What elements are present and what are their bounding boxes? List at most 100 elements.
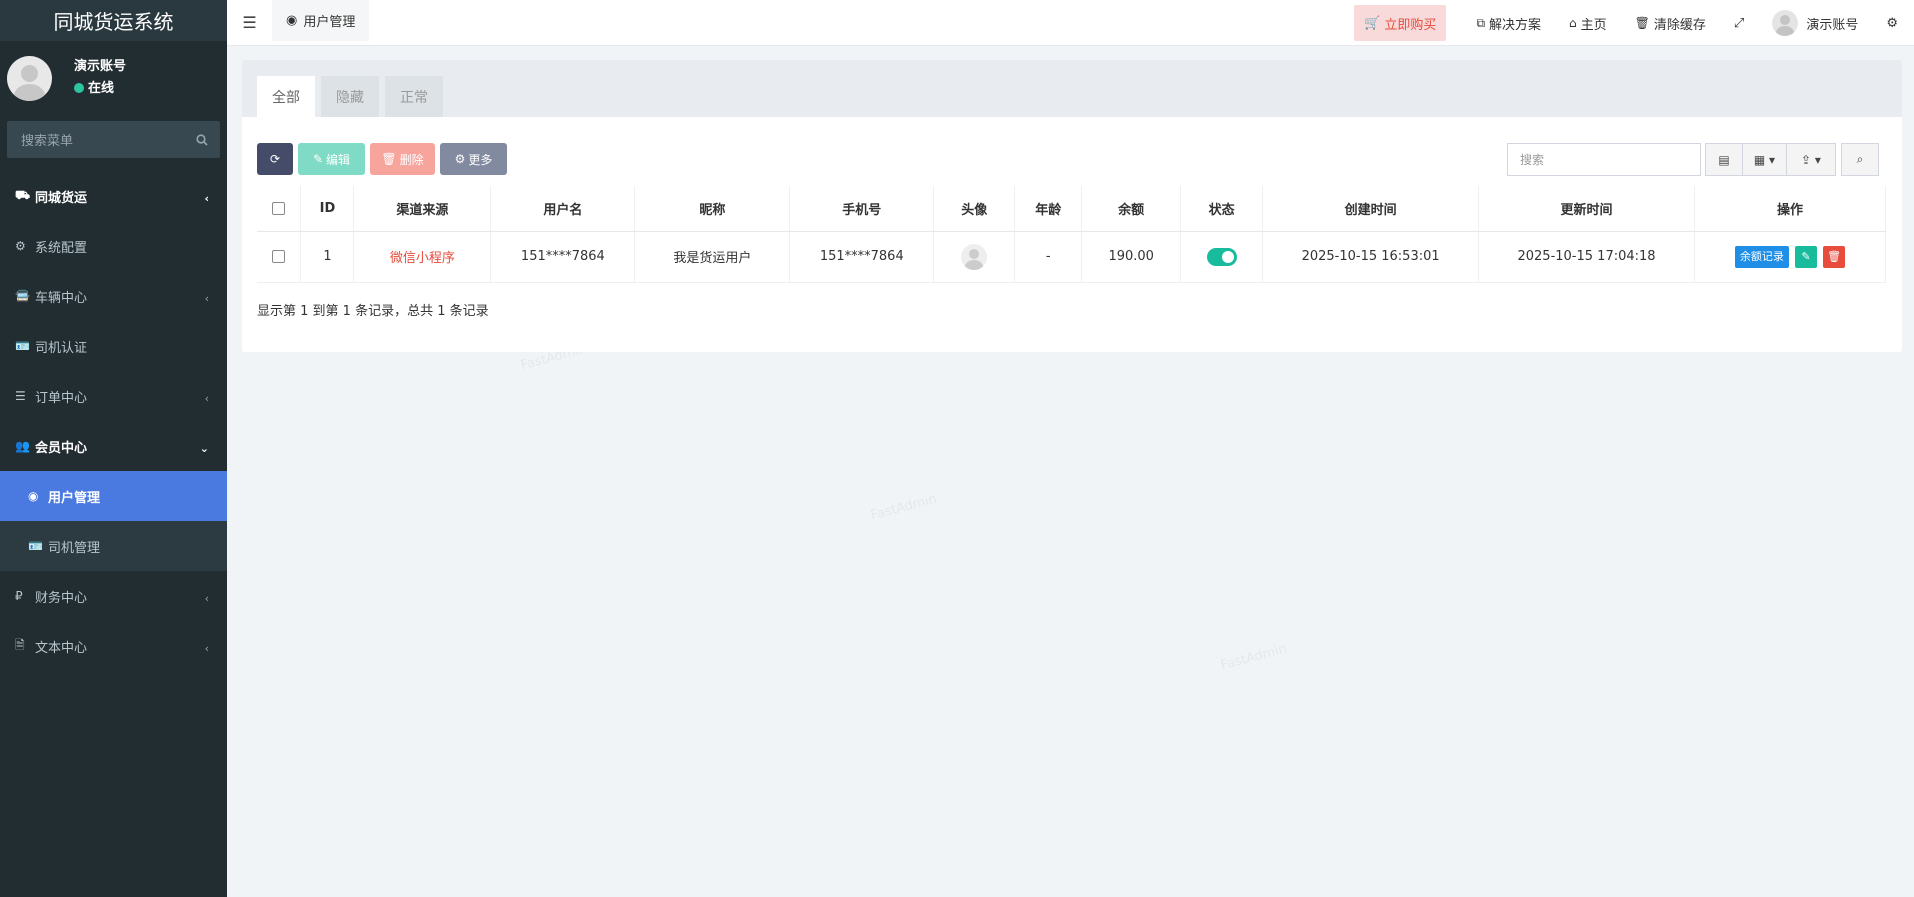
- col-id[interactable]: ID: [300, 186, 355, 232]
- user-status: 在线: [74, 78, 126, 100]
- menu-search-input[interactable]: 搜索菜单: [7, 121, 220, 158]
- trash-icon: 🗑: [381, 152, 397, 166]
- sidebar-item-orders[interactable]: ☰ 订单中心 ‹: [0, 371, 227, 421]
- col-phone[interactable]: 手机号: [789, 186, 935, 232]
- status-tabs: 全部 隐藏 正常: [242, 60, 1902, 117]
- select-all-checkbox[interactable]: [272, 201, 286, 215]
- col-balance[interactable]: 余额: [1081, 186, 1182, 232]
- cell-avatar: [933, 231, 1016, 283]
- row-edit-button[interactable]: ✎: [1794, 245, 1817, 268]
- refresh-button[interactable]: ⟳: [257, 143, 293, 175]
- edit-label: 编辑: [326, 152, 351, 167]
- col-status[interactable]: 状态: [1180, 186, 1264, 232]
- home-link[interactable]: ⌂ 主页: [1555, 0, 1621, 46]
- row-delete-button[interactable]: 🗑: [1823, 245, 1846, 268]
- columns-button[interactable]: ▦ ▾: [1742, 143, 1787, 176]
- cell-status: [1180, 231, 1264, 283]
- sidebar-item-driver-auth[interactable]: 🪪 司机认证: [0, 321, 227, 371]
- chevron-left-icon: ‹: [204, 592, 209, 606]
- search-icon[interactable]: [196, 133, 208, 146]
- users-icon: 👥: [15, 439, 30, 453]
- chevron-left-icon: ‹: [204, 192, 209, 206]
- watermark: FastAdmin: [1219, 641, 1289, 674]
- fullscreen-button[interactable]: ⤢: [1720, 0, 1758, 46]
- sidebar-menu: ⛟ 同城货运 ‹ ⚙ 系统配置 🚍 车辆中心 ‹ 🪪 司机认证 ☰ 订单中心 ‹ 👥 会员中心 ⌄ …: [0, 171, 227, 671]
- avatar: [7, 55, 52, 101]
- sidebar-item-label: 同城货运: [35, 190, 88, 206]
- col-avatar[interactable]: 头像: [933, 186, 1016, 232]
- advanced-search-button[interactable]: ⌕: [1841, 143, 1879, 176]
- delete-button[interactable]: 🗑 删除: [370, 143, 435, 175]
- search-placeholder: 搜索: [1520, 153, 1545, 167]
- sidebar-item-members[interactable]: 👥 会员中心 ⌄: [0, 421, 227, 471]
- avatar[interactable]: [961, 243, 988, 270]
- col-actions: 操作: [1694, 186, 1887, 232]
- edit-button[interactable]: ✎ 编辑: [298, 143, 365, 175]
- online-dot-icon: [74, 83, 84, 93]
- sidebar-item-vehicle[interactable]: 🚍 车辆中心 ‹: [0, 271, 227, 321]
- content-panel: 全部 隐藏 正常 ⟳ ✎ 编辑 🗑 删除 ⚙ 更多 搜索 ▤ ▦ ▾ ⇪ ▾ ⌕ ID…: [242, 60, 1902, 352]
- tab-normal[interactable]: 正常: [385, 76, 443, 117]
- row-checkbox[interactable]: [272, 250, 286, 263]
- sidebar-item-text[interactable]: 🗎 文本中心 ‹: [0, 621, 227, 671]
- row-select-cell: [257, 231, 302, 283]
- select-all-cell: [257, 186, 302, 232]
- col-channel[interactable]: 渠道来源: [353, 186, 492, 232]
- status-toggle[interactable]: [1206, 247, 1237, 266]
- tab-all[interactable]: 全部: [257, 76, 315, 117]
- col-username[interactable]: 用户名: [490, 186, 636, 232]
- app-title[interactable]: 同城货运系统: [0, 0, 227, 41]
- buy-label: 立即购买: [1384, 17, 1437, 33]
- export-button[interactable]: ⇪ ▾: [1786, 143, 1836, 176]
- cell-phone: 151****7864: [789, 231, 935, 283]
- gear-icon: ⚙: [15, 239, 26, 253]
- gear-icon: ⚙: [454, 152, 466, 166]
- export-icon: ⇪ ▾: [1801, 152, 1821, 167]
- menu-toggle-icon[interactable]: ☰: [227, 0, 272, 46]
- balance-record-button[interactable]: 余额记录: [1734, 245, 1789, 268]
- sitemap-icon: ⧉: [1476, 15, 1486, 30]
- cell-balance: 190.00: [1081, 231, 1182, 283]
- action-toolbar: ⟳ ✎ 编辑 🗑 删除 ⚙ 更多: [257, 143, 512, 175]
- settings-button[interactable]: ⚙: [1872, 0, 1914, 46]
- tab-user-management[interactable]: ◉ 用户管理: [272, 0, 370, 41]
- sidebar-item-finance[interactable]: ₽ 财务中心 ‹: [0, 571, 227, 621]
- grid-icon: ▦ ▾: [1753, 152, 1776, 167]
- id-card-icon: 🪪: [15, 339, 30, 353]
- solutions-label: 解决方案: [1489, 17, 1542, 33]
- chevron-left-icon: ‹: [204, 392, 209, 406]
- sidebar-item-user-management[interactable]: ◉ 用户管理: [0, 471, 227, 521]
- table-tools: ▤ ▦ ▾ ⇪ ▾ ⌕: [1705, 143, 1879, 176]
- chevron-down-icon: ⌄: [199, 442, 209, 456]
- clear-cache-link[interactable]: 🗑 清除缓存: [1621, 0, 1720, 46]
- refresh-icon: ⟳: [269, 152, 281, 166]
- channel-link[interactable]: 微信小程序: [390, 251, 455, 266]
- col-nickname[interactable]: 昵称: [634, 186, 791, 232]
- more-button[interactable]: ⚙ 更多: [440, 143, 507, 175]
- sidebar-item-label: 用户管理: [48, 490, 101, 506]
- buy-now-button[interactable]: 🛒 立即购买: [1354, 5, 1447, 41]
- cell-created: 2025-10-15 16:53:01: [1262, 231, 1480, 283]
- solutions-link[interactable]: ⧉ 解决方案: [1462, 0, 1555, 46]
- table-search-input[interactable]: 搜索: [1507, 143, 1701, 176]
- menu-search-placeholder: 搜索菜单: [21, 134, 74, 149]
- sidebar-item-driver-management[interactable]: 🪪 司机管理: [0, 521, 227, 571]
- user-circle-icon: ◉: [286, 12, 298, 28]
- sidebar-item-label: 司机认证: [35, 340, 88, 356]
- col-created[interactable]: 创建时间: [1262, 186, 1480, 232]
- tab-hidden[interactable]: 隐藏: [321, 76, 379, 117]
- col-age[interactable]: 年龄: [1014, 186, 1083, 232]
- watermark: FastAdmin: [869, 491, 939, 524]
- sidebar-item-label: 文本中心: [35, 640, 88, 656]
- sidebar-item-label: 系统配置: [35, 240, 88, 256]
- col-updated[interactable]: 更新时间: [1478, 186, 1695, 232]
- car-icon: 🚍: [15, 289, 30, 303]
- cell-age: -: [1014, 231, 1083, 283]
- pagination-summary: 显示第 1 到第 1 条记录，总共 1 条记录: [257, 304, 489, 319]
- sidebar-item-freight[interactable]: ⛟ 同城货运 ‹: [0, 171, 227, 221]
- sidebar-item-system-config[interactable]: ⚙ 系统配置: [0, 221, 227, 271]
- account-menu[interactable]: 演示账号: [1758, 0, 1872, 46]
- toggle-view-button[interactable]: ▤: [1705, 143, 1743, 176]
- cell-nickname: 我是货运用户: [634, 231, 791, 283]
- home-label: 主页: [1580, 17, 1607, 33]
